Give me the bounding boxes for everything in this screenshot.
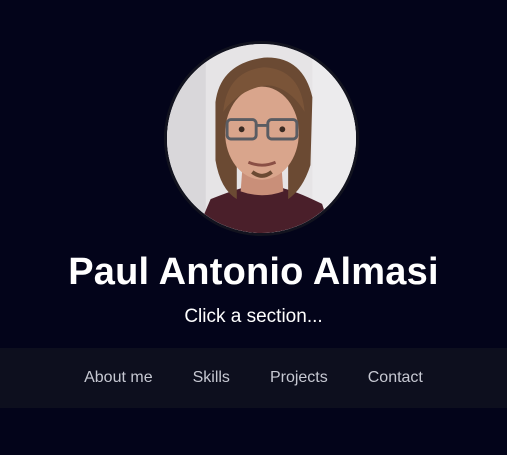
nav-item-skills[interactable]: Skills: [173, 368, 250, 388]
nav-item-projects[interactable]: Projects: [250, 368, 348, 388]
section-nav: About me Skills Projects Contact: [0, 348, 507, 408]
page: Paul Antonio Almasi Click a section... A…: [0, 0, 507, 455]
profile-name: Paul Antonio Almasi: [68, 251, 439, 293]
profile-photo-icon: [167, 44, 356, 233]
nav-item-contact[interactable]: Contact: [348, 368, 443, 388]
profile-subtitle: Click a section...: [184, 306, 323, 327]
avatar: [164, 41, 359, 236]
nav-item-about-me[interactable]: About me: [64, 368, 172, 388]
